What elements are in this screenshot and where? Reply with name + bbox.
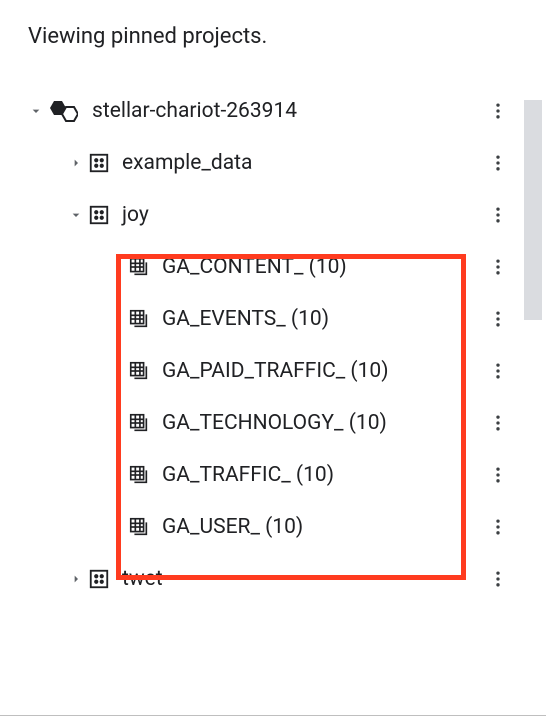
table-group-icon (128, 308, 162, 330)
table-row[interactable]: GA_TECHNOLOGY_ (10) (24, 397, 518, 449)
table-label: GA_CONTENT_ (10) (162, 255, 486, 279)
more-icon[interactable] (486, 517, 510, 537)
dataset-row-joy[interactable]: joy (24, 189, 518, 241)
more-icon[interactable] (486, 309, 510, 329)
chevron-down-icon[interactable] (24, 103, 48, 119)
table-group-icon (128, 516, 162, 538)
table-group-icon (128, 464, 162, 486)
table-row[interactable]: GA_EVENTS_ (10) (24, 293, 518, 345)
project-row[interactable]: stellar-chariot-263914 (24, 85, 518, 137)
table-label: GA_PAID_TRAFFIC_ (10) (162, 359, 486, 383)
dataset-label: example_data (122, 151, 486, 175)
more-icon[interactable] (486, 205, 510, 225)
dataset-icon (88, 152, 122, 174)
more-icon[interactable] (486, 465, 510, 485)
scrollbar[interactable] (524, 100, 542, 320)
dataset-icon (88, 204, 122, 226)
table-label: GA_TECHNOLOGY_ (10) (162, 411, 486, 435)
project-name: stellar-chariot-263914 (92, 99, 486, 123)
dataset-label: joy (122, 203, 486, 227)
table-group-icon (128, 412, 162, 434)
table-group-icon (128, 360, 162, 382)
table-row[interactable]: GA_PAID_TRAFFIC_ (10) (24, 345, 518, 397)
chevron-right-icon[interactable] (64, 571, 88, 587)
dataset-row-twet[interactable]: twet (24, 553, 518, 605)
page-header: Viewing pinned projects. (24, 24, 546, 49)
table-label: GA_USER_ (10) (162, 515, 486, 539)
table-row[interactable]: GA_TRAFFIC_ (10) (24, 449, 518, 501)
more-icon[interactable] (486, 569, 510, 589)
chevron-right-icon[interactable] (64, 155, 88, 171)
project-tree: stellar-chariot-263914 example_data (24, 85, 518, 605)
dataset-row-example-data[interactable]: example_data (24, 137, 518, 189)
chevron-down-icon[interactable] (64, 207, 88, 223)
more-icon[interactable] (486, 101, 510, 121)
more-icon[interactable] (486, 413, 510, 433)
dataset-icon (88, 568, 122, 590)
project-icon (48, 97, 92, 125)
more-icon[interactable] (486, 153, 510, 173)
more-icon[interactable] (486, 361, 510, 381)
more-icon[interactable] (486, 257, 510, 277)
table-group-icon (128, 256, 162, 278)
dataset-label: twet (122, 567, 486, 591)
table-row[interactable]: GA_USER_ (10) (24, 501, 518, 553)
table-row[interactable]: GA_CONTENT_ (10) (24, 241, 518, 293)
table-label: GA_TRAFFIC_ (10) (162, 463, 486, 487)
table-label: GA_EVENTS_ (10) (162, 307, 486, 331)
